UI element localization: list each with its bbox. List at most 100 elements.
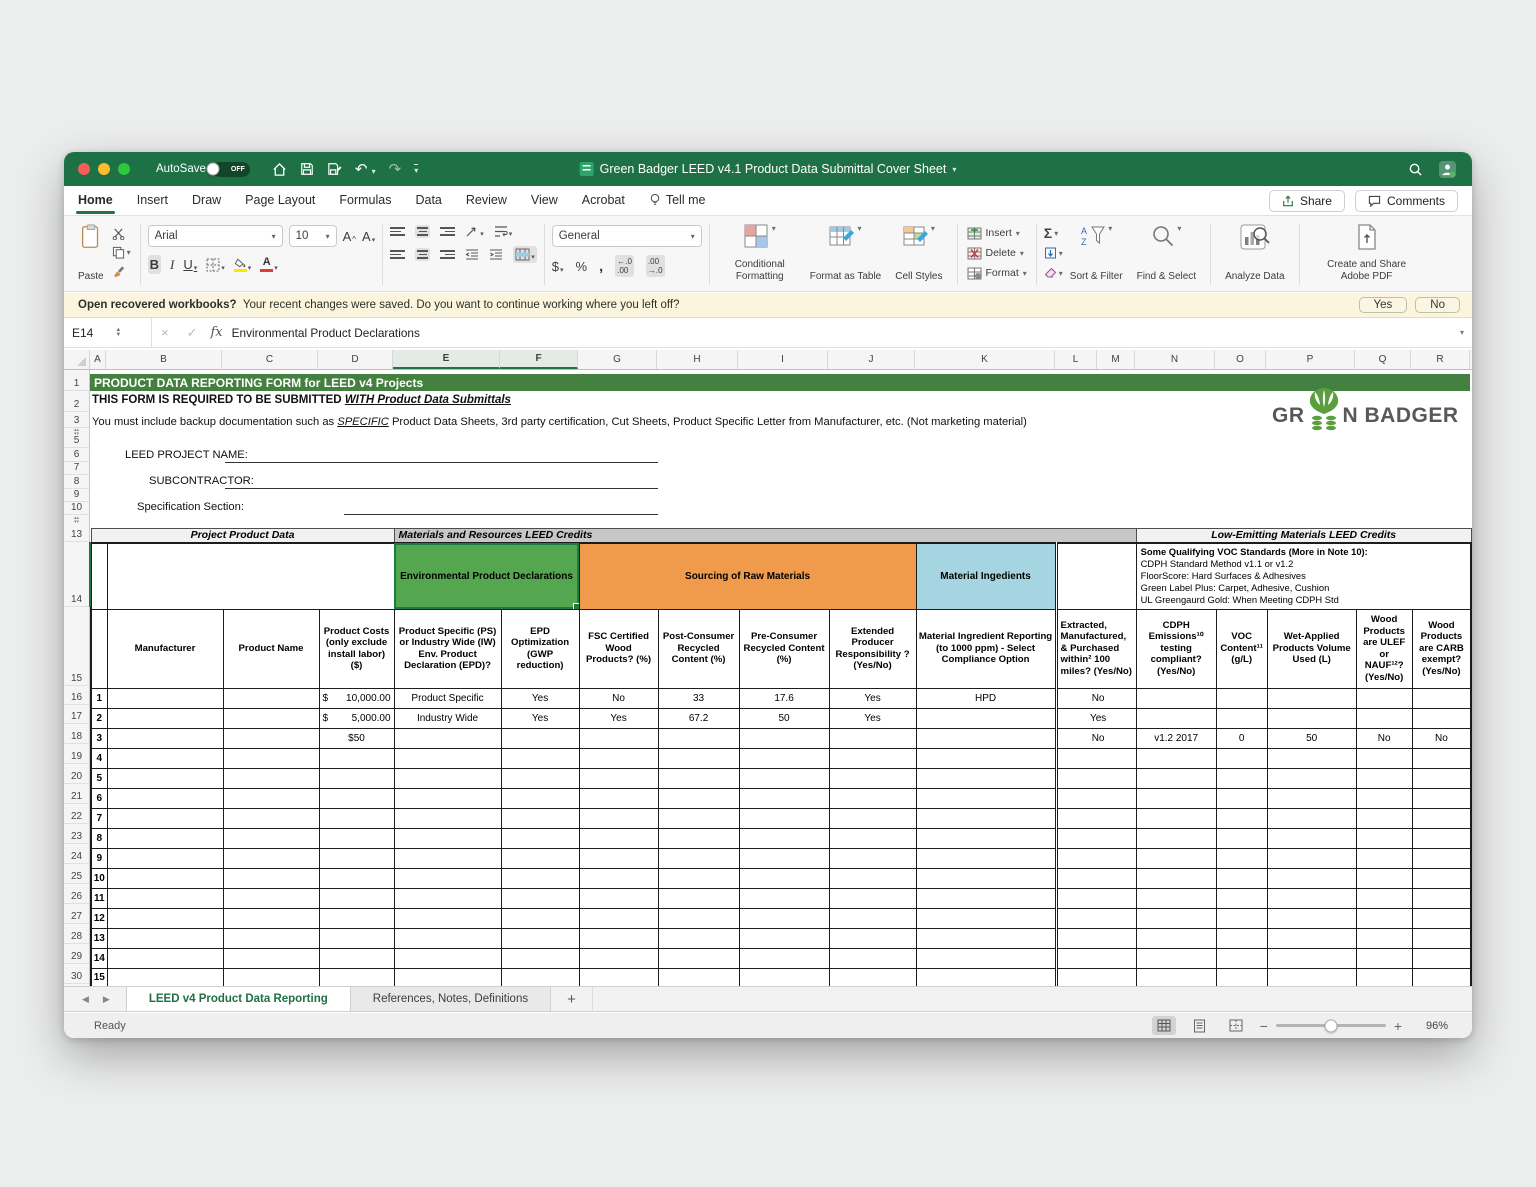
conditional-formatting-button[interactable]: ▾ Conditional Formatting bbox=[717, 222, 803, 284]
cell[interactable] bbox=[915, 767, 1057, 789]
notice-yes-button[interactable]: Yes bbox=[1358, 297, 1408, 313]
cell[interactable] bbox=[500, 947, 580, 969]
autosum-button[interactable]: Σ ▾ bbox=[1044, 224, 1063, 242]
row-header-8[interactable]: 8 bbox=[64, 475, 89, 489]
cell[interactable] bbox=[657, 827, 740, 849]
cell[interactable]: 33 bbox=[657, 687, 740, 709]
cell[interactable] bbox=[915, 807, 1057, 829]
cell[interactable] bbox=[1215, 767, 1268, 789]
row-header-23[interactable]: 23 bbox=[64, 824, 89, 844]
cell[interactable] bbox=[318, 887, 395, 909]
cell[interactable] bbox=[318, 927, 395, 949]
cell[interactable] bbox=[1215, 847, 1268, 869]
cell[interactable] bbox=[106, 687, 224, 709]
cell[interactable] bbox=[1266, 947, 1357, 969]
column-heading[interactable]: FSC Certified Wood Products? (%) bbox=[578, 608, 659, 689]
adobe-pdf-button[interactable]: Create and Share Adobe PDF bbox=[1307, 222, 1427, 284]
tab-acrobat[interactable]: Acrobat bbox=[582, 187, 625, 214]
cell[interactable] bbox=[1266, 927, 1357, 949]
cell[interactable] bbox=[1411, 867, 1472, 889]
cell[interactable] bbox=[578, 947, 659, 969]
cell[interactable] bbox=[1135, 847, 1217, 869]
cell[interactable] bbox=[915, 827, 1057, 849]
column-heading[interactable]: Product Name bbox=[222, 608, 320, 689]
font-size-select[interactable]: 10 ▾ bbox=[288, 225, 337, 247]
column-header-H[interactable]: H bbox=[657, 350, 738, 369]
align-top-button[interactable] bbox=[390, 227, 406, 236]
column-header-G[interactable]: G bbox=[578, 350, 657, 369]
format-cells-button[interactable]: Format ▾ bbox=[967, 264, 1027, 282]
cell[interactable] bbox=[106, 807, 224, 829]
row-header-26[interactable]: 26 bbox=[64, 884, 89, 904]
cell[interactable] bbox=[1215, 867, 1268, 889]
cell[interactable] bbox=[500, 787, 580, 809]
cell[interactable] bbox=[828, 767, 917, 789]
cell[interactable] bbox=[318, 967, 395, 986]
cell[interactable] bbox=[1135, 787, 1217, 809]
subcontractor-field[interactable] bbox=[225, 475, 658, 489]
cell[interactable] bbox=[738, 747, 830, 769]
row-header-28[interactable]: 28 bbox=[64, 924, 89, 944]
cut-button[interactable] bbox=[112, 224, 131, 242]
cell[interactable] bbox=[222, 907, 320, 929]
cell[interactable] bbox=[915, 847, 1057, 869]
cell[interactable] bbox=[1266, 867, 1357, 889]
row-header-15[interactable]: 15 bbox=[64, 607, 89, 686]
cell[interactable] bbox=[1355, 767, 1413, 789]
cell[interactable] bbox=[828, 927, 917, 949]
cell[interactable] bbox=[657, 727, 740, 749]
cell[interactable] bbox=[106, 767, 224, 789]
cell[interactable] bbox=[1355, 827, 1413, 849]
merge-center-button[interactable]: ▾ bbox=[513, 246, 537, 263]
ribbon-collapse-icon[interactable]: ▾ bbox=[414, 163, 419, 175]
increase-font-button[interactable]: A ^ bbox=[343, 229, 356, 244]
row-header-25[interactable]: 25 bbox=[64, 864, 89, 884]
cell[interactable] bbox=[500, 727, 580, 749]
cell[interactable] bbox=[915, 707, 1057, 729]
sheet-tab-references[interactable]: References, Notes, Definitions bbox=[350, 987, 552, 1011]
cell[interactable] bbox=[1411, 907, 1472, 929]
comma-style-button[interactable]: , bbox=[599, 258, 603, 275]
comments-button[interactable]: Comments bbox=[1354, 189, 1458, 212]
column-heading[interactable]: Material Ingredient Reporting (to 1000 p… bbox=[915, 608, 1057, 689]
add-sheet-button[interactable]: + bbox=[551, 987, 593, 1011]
column-header-R[interactable]: R bbox=[1411, 350, 1470, 369]
row-header-27[interactable]: 27 bbox=[64, 904, 89, 924]
cell[interactable] bbox=[1135, 807, 1217, 829]
fill-color-button[interactable]: ▾ bbox=[233, 258, 251, 272]
cell[interactable] bbox=[657, 867, 740, 889]
cell[interactable] bbox=[1215, 887, 1268, 909]
cell[interactable] bbox=[657, 887, 740, 909]
cell[interactable] bbox=[106, 787, 224, 809]
cell[interactable] bbox=[1355, 847, 1413, 869]
cell[interactable] bbox=[738, 867, 830, 889]
cell[interactable] bbox=[1135, 967, 1217, 986]
cell[interactable]: Yes bbox=[500, 707, 580, 729]
cell[interactable] bbox=[222, 887, 320, 909]
cell[interactable] bbox=[106, 541, 395, 610]
cell[interactable] bbox=[657, 907, 740, 929]
cell[interactable]: HPD bbox=[915, 687, 1057, 709]
align-center-button[interactable] bbox=[415, 248, 431, 261]
cell[interactable] bbox=[657, 927, 740, 949]
cell[interactable] bbox=[1054, 767, 1137, 789]
cell[interactable] bbox=[1054, 887, 1137, 909]
cell[interactable] bbox=[500, 907, 580, 929]
column-header-O[interactable]: O bbox=[1215, 350, 1266, 369]
decrease-font-button[interactable]: A ▾ bbox=[362, 229, 375, 244]
cell[interactable] bbox=[1355, 927, 1413, 949]
cell[interactable] bbox=[1411, 687, 1472, 709]
cell[interactable] bbox=[738, 967, 830, 986]
row-header-9[interactable]: 9 bbox=[64, 489, 89, 502]
font-color-button[interactable]: A ▾ bbox=[260, 257, 278, 272]
cell[interactable] bbox=[393, 827, 502, 849]
column-header-F[interactable]: F bbox=[500, 350, 578, 369]
column-heading[interactable]: Wood Products are CARB exempt? (Yes/No) bbox=[1411, 608, 1472, 689]
cell[interactable] bbox=[106, 707, 224, 729]
find-select-button[interactable]: ▾ Find & Select bbox=[1130, 222, 1203, 284]
cell[interactable] bbox=[1215, 687, 1268, 709]
cell[interactable] bbox=[657, 767, 740, 789]
cell[interactable] bbox=[1355, 887, 1413, 909]
cell[interactable]: 50 bbox=[1266, 727, 1357, 749]
cell[interactable] bbox=[1135, 687, 1217, 709]
